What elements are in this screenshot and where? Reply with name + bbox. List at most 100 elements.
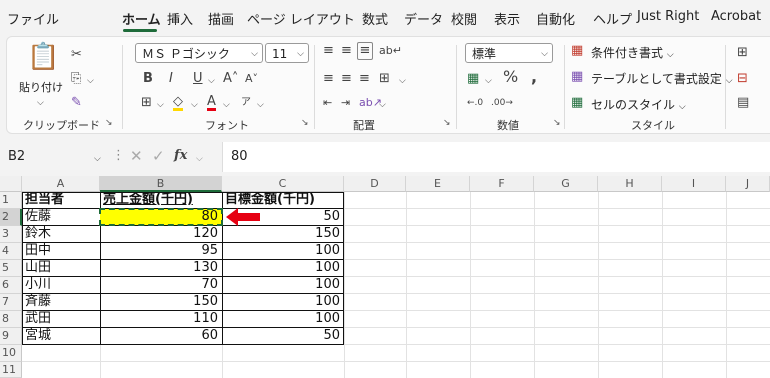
table-cell[interactable]: 100 [223, 311, 344, 328]
comma-style-icon[interactable]: , [531, 69, 537, 85]
percent-icon[interactable]: % [503, 69, 518, 85]
cell-styles-button[interactable]: セルのスタイル ⌵ [591, 96, 686, 113]
row-header[interactable]: 3 [0, 226, 22, 243]
table-cell[interactable]: 佐藤 [23, 209, 100, 226]
row-header[interactable]: 4 [0, 243, 22, 260]
cell-styles-icon[interactable]: ▦ [571, 95, 583, 111]
column-header-c[interactable]: C [222, 176, 344, 192]
menu-draw[interactable]: 描画 [208, 9, 234, 28]
format-as-table-icon[interactable]: ▦ [571, 69, 583, 85]
number-format-combo[interactable]: 標準 ⌵ [465, 43, 553, 63]
enter-icon[interactable]: ✓ [152, 148, 165, 164]
column-header-g[interactable]: G [534, 176, 598, 192]
conditional-format-button[interactable]: 条件付き書式 ⌵ [591, 44, 674, 61]
align-left-icon[interactable]: ≡ [323, 71, 334, 87]
row-header[interactable]: 11 [0, 362, 22, 378]
increase-decimal-icon[interactable]: ←.0 [467, 95, 483, 111]
column-header-a[interactable]: A [22, 176, 100, 192]
cut-icon[interactable]: ✂ [71, 47, 82, 63]
menu-automate[interactable]: 自動化 [536, 9, 575, 28]
table-cell[interactable]: 120 [101, 226, 222, 243]
chevron-down-icon[interactable]: ⌵ [196, 151, 203, 167]
menu-formulas[interactable]: 数式 [362, 9, 388, 28]
table-header-cell[interactable]: 売上金額(千円) [101, 192, 222, 209]
number-launcher-icon[interactable]: ↘ [553, 118, 561, 128]
accounting-dropdown-icon[interactable]: ⌵ [485, 73, 492, 89]
column-header-h[interactable]: H [598, 176, 662, 192]
copy-dropdown-icon[interactable]: ⌵ [87, 73, 94, 89]
merge-center-icon[interactable]: ⊞ [379, 71, 390, 87]
format-painter-icon[interactable]: ✎ [71, 95, 82, 111]
bold-icon[interactable]: B [143, 71, 153, 87]
format-as-table-button[interactable]: テーブルとして書式設定 ⌵ [591, 70, 733, 87]
font-size-combo[interactable]: 11 ⌵ [265, 43, 309, 63]
paste-icon[interactable]: 📋 [27, 43, 59, 71]
formula-input[interactable]: 80 [222, 142, 770, 172]
row-header[interactable]: 10 [0, 345, 22, 362]
font-color-icon[interactable]: A [207, 95, 216, 111]
orientation-dropdown-icon[interactable]: ⌵ [379, 97, 386, 113]
underline-dropdown-icon[interactable]: ⌵ [208, 73, 215, 89]
conditional-format-icon[interactable]: ▦ [571, 43, 583, 59]
table-cell[interactable]: 95 [101, 243, 222, 260]
wrap-text-icon[interactable]: ab↵ [379, 43, 402, 59]
table-cell[interactable]: 斉藤 [23, 294, 100, 311]
font-launcher-icon[interactable]: ↘ [301, 118, 309, 128]
table-cell[interactable]: 100 [223, 277, 344, 294]
decrease-indent-icon[interactable]: ⇤ [323, 95, 332, 111]
menu-view[interactable]: 表示 [494, 9, 520, 28]
font-color-dropdown-icon[interactable]: ⌵ [223, 97, 230, 113]
font-shrink-icon[interactable]: A˅ [245, 71, 258, 87]
paste-label[interactable]: 貼り付け [19, 79, 63, 95]
row-header[interactable]: 6 [0, 277, 22, 294]
menu-insert[interactable]: 挿入 [167, 9, 193, 28]
name-box[interactable]: B2 [8, 149, 100, 167]
table-cell[interactable]: 60 [101, 328, 222, 345]
border-dropdown-icon[interactable]: ⌵ [157, 97, 164, 113]
menu-just-right[interactable]: Just Right [637, 9, 699, 24]
select-all-corner[interactable] [0, 176, 22, 192]
border-icon[interactable]: ⊞ [141, 95, 152, 111]
underline-icon[interactable]: U [193, 71, 203, 87]
menu-home[interactable]: ホーム [122, 9, 161, 28]
menu-file[interactable]: ファイル [7, 9, 59, 28]
align-top-icon[interactable]: ≡ [323, 43, 334, 59]
table-cell[interactable]: 50 [223, 328, 344, 345]
menu-help[interactable]: ヘルプ [593, 9, 632, 28]
table-cell[interactable]: 山田 [23, 260, 100, 277]
table-cell[interactable]: 鈴木 [23, 226, 100, 243]
phonetic-dropdown-icon[interactable]: ⌵ [257, 97, 264, 113]
cancel-icon[interactable]: ✕ [130, 148, 143, 164]
table-cell[interactable]: 100 [223, 260, 344, 277]
row-header[interactable]: 9 [0, 328, 22, 345]
row-header[interactable]: 8 [0, 311, 22, 328]
align-bottom-icon[interactable]: ≡ [357, 42, 373, 60]
table-cell[interactable]: 宮城 [23, 328, 100, 345]
delete-cells-icon[interactable]: ⊟ [737, 71, 748, 87]
menu-data[interactable]: データ [404, 9, 443, 28]
table-cell[interactable]: 70 [101, 277, 222, 294]
menu-page-layout[interactable]: ページ レイアウト [247, 9, 355, 28]
decrease-decimal-icon[interactable]: .00→ [491, 95, 513, 111]
row-header[interactable]: 5 [0, 260, 22, 277]
table-cell[interactable]: 150 [223, 226, 344, 243]
align-middle-icon[interactable]: ≡ [341, 43, 352, 59]
chevron-down-icon[interactable]: ⌵ [94, 151, 101, 167]
font-name-combo[interactable]: ＭＳ Ｐゴシック ⌵ [135, 43, 263, 63]
table-cell[interactable]: 100 [223, 294, 344, 311]
paste-dropdown-icon[interactable]: ⌵ [37, 95, 44, 111]
more-options-icon[interactable]: ⋮ [112, 148, 125, 164]
table-header-cell[interactable]: 担当者 [23, 192, 100, 209]
column-header-b[interactable]: B [100, 176, 222, 192]
increase-indent-icon[interactable]: ⇥ [341, 95, 350, 111]
menu-review[interactable]: 校閲 [451, 9, 477, 28]
table-cell[interactable]: 80 [101, 209, 222, 226]
fill-dropdown-icon[interactable]: ⌵ [191, 97, 198, 113]
table-cell[interactable]: 田中 [23, 243, 100, 260]
insert-function-icon[interactable]: fx [174, 148, 187, 164]
table-cell[interactable]: 100 [223, 243, 344, 260]
phonetic-icon[interactable]: ア [241, 95, 251, 111]
font-grow-icon[interactable]: A˄ [223, 71, 238, 87]
menu-acrobat[interactable]: Acrobat [711, 9, 761, 24]
row-header[interactable]: 2 [0, 209, 22, 226]
